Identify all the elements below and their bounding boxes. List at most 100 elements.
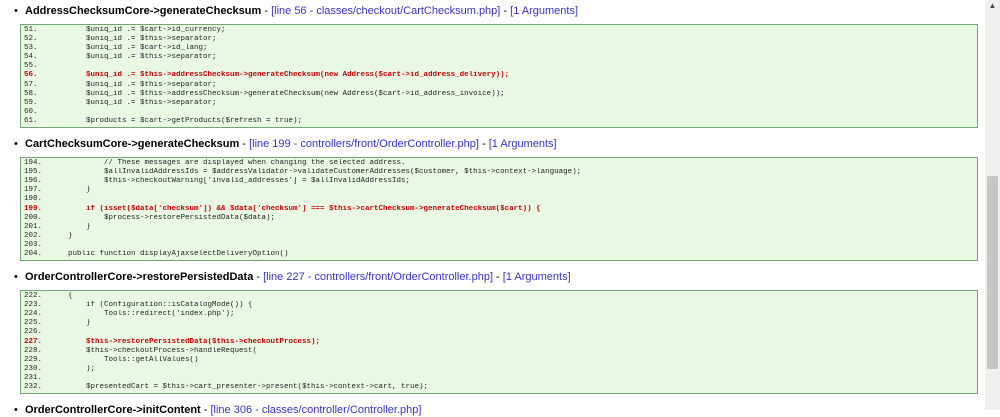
line-number: 60. (24, 107, 38, 116)
trace-entry: • OrderControllerCore->restorePersistedDa… (14, 271, 1000, 395)
line-number: 225. (24, 319, 43, 328)
line-number: 232. (24, 383, 43, 391)
code-text: $uniq_id .= $this->separator; (50, 98, 217, 107)
line-number: 201. (24, 222, 43, 231)
code-line: 231. (24, 374, 974, 383)
separator-dash: - (500, 5, 511, 17)
scrollbar-track[interactable]: ▲ (985, 0, 1000, 410)
file-line-link[interactable]: [line 199 - controllers/front/OrderContr… (249, 138, 479, 150)
code-text: $process->restorePersistedData($data); (50, 213, 276, 222)
line-number: 231. (24, 373, 43, 382)
code-line: 53. $uniq_id .= $cart->id_lang; (24, 44, 974, 53)
line-number: 197. (24, 186, 43, 195)
code-line: 60. (24, 108, 974, 117)
code-line: 195. $allInvalidAddressIds = $addressVal… (24, 168, 974, 177)
trace-entry: • CartChecksumCore->generateChecksum - [l… (14, 138, 1000, 262)
line-number: 223. (24, 301, 43, 310)
code-text: Tools::redirect('index.php'); (50, 310, 235, 319)
line-number: 222. (24, 292, 43, 301)
code-text: $uniq_id .= $this->addressChecksum->gene… (50, 89, 505, 98)
separator-dash: - (239, 138, 250, 151)
code-line: 51. $uniq_id .= $cart->id_currency; (24, 26, 974, 35)
line-number: 203. (24, 240, 43, 249)
code-line: 226. (24, 328, 974, 337)
trace-entry: • AddressChecksumCore->generateChecksum -… (14, 5, 1000, 129)
code-text: $presentedCart = $this->cart_presenter->… (50, 383, 429, 391)
method-name: OrderControllerCore->restorePersistedDat… (25, 271, 254, 284)
code-line: 222. { (24, 292, 974, 301)
line-number: 51. (24, 26, 38, 34)
code-line: 201. } (24, 223, 974, 232)
line-number: 229. (24, 355, 43, 364)
line-number: 58. (24, 89, 38, 98)
line-number: 194. (24, 159, 43, 168)
code-text: $uniq_id .= $this->separator; (50, 35, 217, 44)
separator-dash: - (478, 138, 489, 151)
arguments-link[interactable]: [1 Arguments] (503, 271, 571, 283)
code-line: 202. } (24, 232, 974, 241)
code-line: 59. $uniq_id .= $this->separator; (24, 99, 974, 108)
code-line: 225. } (24, 319, 974, 328)
method-name: OrderControllerCore->initContent (25, 404, 201, 417)
code-line: 232. $presentedCart = $this->cart_presen… (24, 383, 974, 392)
line-number: 195. (24, 168, 43, 177)
highlighted-code-line: 199. if (isset($data['checksum']) && $da… (24, 205, 974, 214)
line-number: 224. (24, 310, 43, 319)
code-text: { (50, 292, 73, 301)
line-number: 230. (24, 364, 43, 373)
line-number: 54. (24, 53, 38, 62)
code-line: 194. // These messages are displayed whe… (24, 159, 974, 168)
code-text: $uniq_id .= $cart->id_currency; (50, 26, 226, 34)
bullet-icon: • (14, 271, 18, 284)
code-line: 200. $process->restorePersistedData($dat… (24, 214, 974, 223)
trace-entry: • OrderControllerCore->initContent - [lin… (14, 404, 1000, 417)
file-line-link[interactable]: [line 227 - controllers/front/OrderContr… (263, 271, 493, 283)
bullet-icon: • (14, 138, 18, 151)
arguments-link[interactable]: [1 Arguments] (489, 138, 557, 150)
code-line: 224. Tools::redirect('index.php'); (24, 310, 974, 319)
file-line-link[interactable]: [line 56 - classes/checkout/CartChecksum… (271, 5, 500, 17)
code-line: 203. (24, 241, 974, 250)
code-line: 54. $uniq_id .= $this->separator; (24, 53, 974, 62)
code-text: // These messages are displayed when cha… (50, 159, 406, 168)
code-text: if (Configuration::isCatalogMode()) { (50, 301, 253, 310)
method-name: AddressChecksumCore->generateChecksum (25, 5, 262, 17)
code-text: Tools::getAllValues() (50, 355, 199, 364)
line-number: 198. (24, 195, 43, 204)
line-number: 52. (24, 35, 38, 44)
code-text: } (50, 186, 91, 195)
code-line: 57. $uniq_id .= $this->separator; (24, 81, 974, 90)
line-number: 53. (24, 44, 38, 53)
separator-dash: - (493, 271, 503, 284)
trace-entry-header: • OrderControllerCore->restorePersistedDa… (14, 271, 1000, 284)
code-text: $this->restorePersistedData($this->check… (50, 337, 321, 346)
trace-entry-header: • CartChecksumCore->generateChecksum - [l… (14, 138, 1000, 151)
trace-entry-header: • OrderControllerCore->initContent - [lin… (14, 404, 1000, 417)
code-excerpt-box: 222. {223. if (Configuration::isCatalogM… (20, 290, 978, 395)
code-text: } (50, 231, 73, 240)
code-excerpt-box: 194. // These messages are displayed whe… (20, 157, 978, 262)
line-number: 228. (24, 346, 43, 355)
separator-dash: - (253, 271, 264, 284)
line-number: 227. (24, 337, 43, 346)
code-line: 58. $uniq_id .= $this->addressChecksum->… (24, 90, 974, 99)
separator-dash: - (261, 5, 272, 17)
code-text: $uniq_id .= $cart->id_lang; (50, 44, 208, 53)
code-line: 197. } (24, 186, 974, 195)
line-number: 56. (24, 71, 38, 80)
code-text: public function displayAjaxselectDeliver… (50, 249, 289, 258)
code-text: $uniq_id .= $this->addressChecksum->gene… (50, 71, 510, 80)
file-line-link[interactable]: [line 306 - classes/controller/Controlle… (210, 404, 421, 416)
line-number: 61. (24, 116, 38, 125)
line-number: 202. (24, 231, 43, 240)
line-number: 59. (24, 98, 38, 107)
scrollbar-thumb[interactable] (987, 176, 998, 369)
code-line: 223. if (Configuration::isCatalogMode())… (24, 301, 974, 310)
code-text: $allInvalidAddressIds = $addressValidato… (50, 168, 582, 177)
scroll-up-arrow-icon[interactable]: ▲ (985, 0, 1000, 12)
code-line: 61. $products = $cart->getProducts($refr… (24, 117, 974, 126)
code-text: } (50, 222, 91, 231)
bullet-icon: • (14, 404, 18, 417)
code-line: 55. (24, 62, 974, 71)
arguments-link[interactable]: [1 Arguments] (510, 5, 578, 17)
